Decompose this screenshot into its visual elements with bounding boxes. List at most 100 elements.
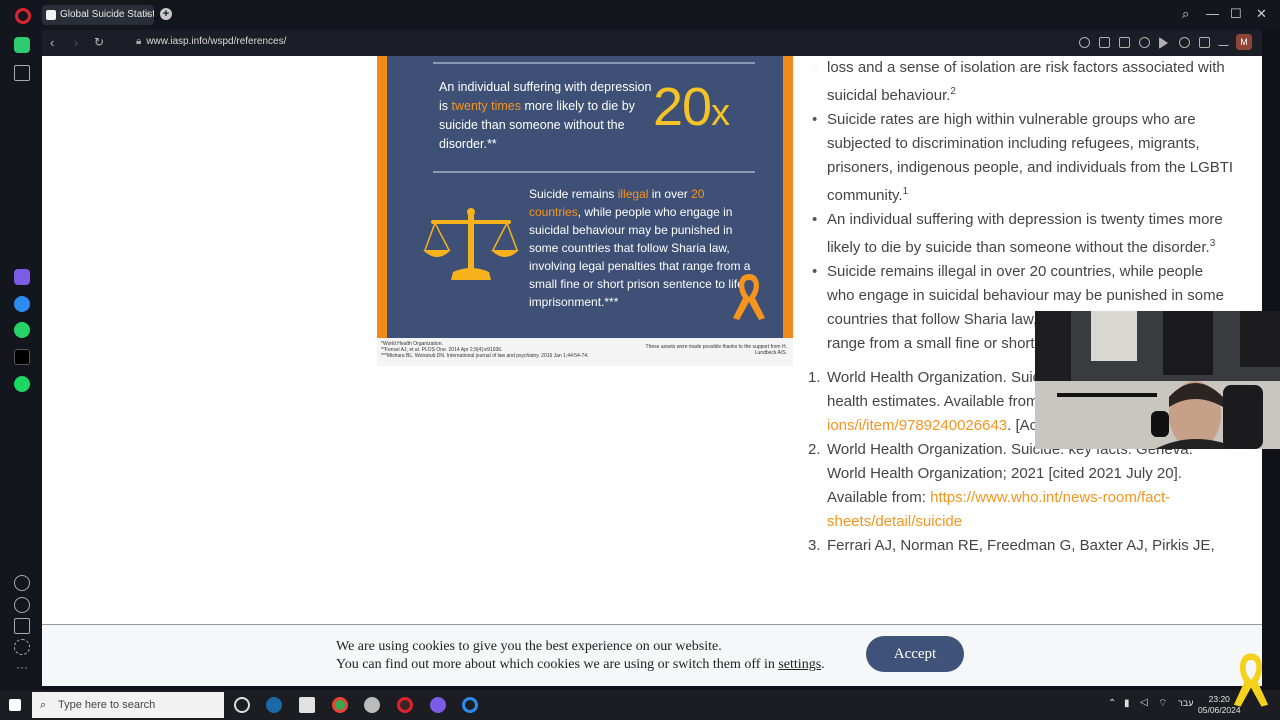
tab-bar: Global Suicide Statistics × + ⌕ — ☐ ✕ [0, 0, 1280, 30]
cookie-settings-link[interactable]: settings [778, 657, 821, 672]
statement-highlight: illegal [617, 187, 649, 201]
chrome-icon[interactable] [332, 697, 348, 713]
cookie-line-end: . [821, 657, 825, 672]
close-window-button[interactable]: ✕ [1256, 6, 1267, 22]
statement-highlight: twenty times [451, 99, 521, 113]
search-tabs-icon[interactable]: ⌕ [1182, 6, 1189, 22]
ref-number: 3. [808, 537, 821, 554]
x-twitter-icon[interactable] [14, 349, 30, 365]
play-icon[interactable] [1159, 37, 1168, 49]
sidebar: ··· [0, 30, 42, 690]
awareness-ribbon-icon [733, 274, 765, 320]
messenger-icon[interactable] [14, 296, 30, 312]
tab-close-icon[interactable]: × [144, 5, 150, 25]
history-icon[interactable] [14, 597, 30, 613]
statement-text-end: , while people who engage in suicidal be… [529, 205, 751, 309]
list-item: An individual suffering with depression … [804, 208, 1234, 260]
steam-icon[interactable] [266, 697, 282, 713]
shield-icon[interactable] [1139, 37, 1150, 48]
edit-icon[interactable] [1099, 37, 1110, 48]
item-text: loss and a sense of isolation are risk f… [827, 59, 1225, 104]
tab-title: Global Suicide Statistics [60, 9, 154, 20]
cookie-message: We are using cookies to give you the bes… [336, 638, 825, 674]
divider [433, 171, 755, 173]
bullet-mask: • [812, 59, 818, 76]
forward-icon[interactable]: › [74, 35, 78, 50]
minimize-button[interactable]: — [1206, 6, 1219, 21]
citation: 2 [950, 86, 956, 97]
cookie-line-text: You can find out more about which cookie… [336, 657, 779, 672]
statement-text: Suicide remains [529, 187, 618, 201]
search-icon[interactable] [1079, 37, 1090, 48]
list-item: Suicide rates are high within vulnerable… [804, 108, 1234, 208]
divider [433, 62, 755, 64]
reference-item: 3. Ferrari AJ, Norman RE, Freedman G, Bax… [804, 534, 1234, 558]
ref-number: 1. [808, 369, 821, 386]
windows-taskbar: ⌕ Type here to search ⌃ ▮ ◁ ⌔ עבר 23:20 … [0, 690, 1280, 720]
citation: 1 [902, 186, 909, 197]
list-item: • loss and a sense of isolation are risk … [804, 56, 1234, 108]
cookie-banner: We are using cookies to give you the bes… [42, 624, 1262, 686]
download-icon[interactable] [1199, 37, 1210, 48]
infographic-footnotes: *World Health Organization. **Ferrari AJ… [377, 338, 793, 366]
scales-of-justice-icon [423, 208, 519, 280]
heart-icon[interactable] [1179, 37, 1190, 48]
address-bar: ‹ › ↻ 🔒︎ www.iasp.info/wspd/references/ M [42, 30, 1262, 56]
app-icon[interactable] [299, 697, 315, 713]
favicon-icon [46, 10, 56, 20]
language-indicator[interactable]: עבר [1178, 698, 1193, 708]
home-icon[interactable] [14, 37, 30, 53]
menu-icon[interactable] [1218, 37, 1229, 46]
big-number: 20 [653, 77, 712, 137]
yellow-ribbon-icon [1233, 653, 1269, 707]
infographic-panel: An individual suffering with depression … [377, 56, 793, 338]
network-icon[interactable]: ⌔ [1158, 697, 1167, 710]
ref-number: 2. [808, 441, 821, 458]
back-icon[interactable]: ‹ [50, 35, 54, 50]
windows-start-icon[interactable] [9, 699, 21, 711]
tab-global-suicide-statistics[interactable]: Global Suicide Statistics × [42, 5, 154, 25]
cookie-line: We are using cookies to give you the bes… [336, 639, 722, 654]
taskbar-search-input[interactable]: ⌕ Type here to search [32, 692, 224, 718]
opera-taskbar-icon[interactable] [397, 697, 413, 713]
twenty-times-figure: 20x [653, 76, 730, 138]
camera-icon[interactable] [1119, 37, 1130, 48]
whatsapp-icon[interactable] [14, 322, 30, 338]
spotify-icon[interactable] [14, 376, 30, 392]
url-field[interactable]: 🔒︎ www.iasp.info/wspd/references/ [136, 36, 286, 47]
accept-cookies-button[interactable]: Accept [866, 636, 964, 672]
volume-icon[interactable]: ◁ [1140, 697, 1148, 708]
more-icon[interactable]: ··· [14, 661, 30, 678]
big-suffix: x [711, 92, 730, 134]
app-icon[interactable] [430, 697, 446, 713]
star-icon[interactable] [14, 65, 30, 81]
citation: 3 [1209, 238, 1216, 249]
new-tab-button[interactable]: + [160, 8, 172, 20]
item-text: Suicide rates are high within vulnerable… [827, 111, 1234, 204]
app-icon[interactable] [364, 697, 380, 713]
reference-item: 2. World Health Organization. Suicide: ke… [804, 438, 1234, 534]
obs-icon[interactable] [234, 697, 250, 713]
url-text: www.iasp.info/wspd/references/ [146, 36, 287, 47]
search-icon: ⌕ [40, 699, 47, 711]
support-note: These assets were made possible thanks t… [645, 344, 787, 356]
item-text: An individual suffering with depression … [827, 211, 1223, 256]
heart-sidebar-icon[interactable] [14, 575, 30, 591]
opera-logo-icon[interactable] [15, 8, 31, 24]
maximize-button[interactable]: ☐ [1230, 6, 1242, 22]
webcam-feed-image [1035, 311, 1280, 449]
reload-icon[interactable]: ↻ [94, 35, 104, 49]
profile-avatar[interactable]: M [1236, 34, 1252, 50]
statement-text: in over [648, 187, 692, 201]
webcam-overlay [1035, 311, 1280, 449]
settings-icon[interactable] [14, 639, 30, 655]
illegal-statement: Suicide remains illegal in over 20 count… [529, 185, 759, 311]
article-content: • loss and a sense of isolation are risk … [804, 56, 1234, 558]
microphone-icon[interactable]: ▮ [1124, 698, 1130, 709]
tray-chevron-icon[interactable]: ⌃ [1108, 698, 1116, 709]
search-placeholder: Type here to search [58, 699, 156, 711]
cookie-line: You can find out more about which cookie… [336, 656, 825, 674]
cube-icon[interactable] [14, 618, 30, 634]
aria-icon[interactable] [14, 269, 30, 285]
app-icon[interactable] [462, 697, 478, 713]
